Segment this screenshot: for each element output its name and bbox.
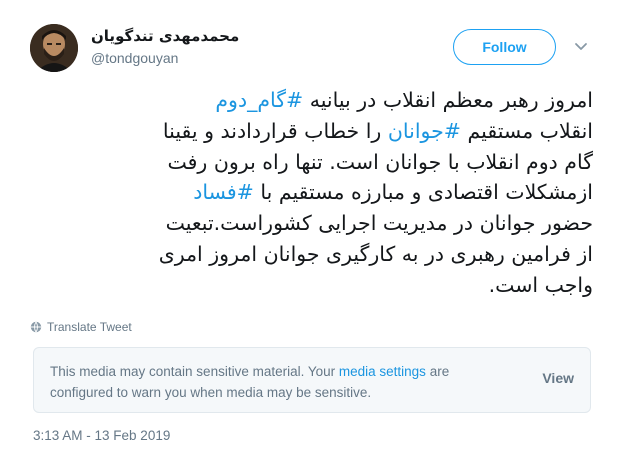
sensitive-media-notice: This media may contain sensitive materia… — [33, 347, 591, 413]
tweet-line: حضور جوانان در مدیریت اجرایی کشوراست.تبع… — [22, 208, 593, 239]
tweet-text-segment: حضور جوانان در مدیریت اجرایی کشوراست.تبع… — [165, 211, 593, 236]
user-handle[interactable]: @tondgouyan — [91, 50, 178, 66]
tweet-line: امروز رهبر معظم انقلاب در بیانیه #گام_دو… — [22, 85, 593, 116]
tweet-text-segment: ازمشکلات اقتصادی و مبارزه مستقیم با — [253, 180, 593, 205]
tweet-text-segment: از فرامین رهبری در به کارگیری جوانان امر… — [158, 241, 593, 266]
tweet-line: انقلاب مستقیم #جوانان را خطاب قراردادند … — [22, 116, 593, 147]
tweet-line: ازمشکلات اقتصادی و مبارزه مستقیم با #فسا… — [22, 177, 593, 208]
media-settings-link[interactable]: media settings — [339, 364, 426, 379]
tweet-text-segment: انقلاب مستقیم — [461, 118, 593, 143]
tweet-line: گام دوم انقلاب با جوانان است. تنها راه ب… — [22, 147, 593, 178]
display-name[interactable]: محمدمهدی تندگویان — [91, 27, 239, 45]
translate-label: Translate Tweet — [47, 320, 132, 334]
tweet-text-segment: امروز رهبر معظم انقلاب در بیانیه — [303, 88, 593, 112]
view-button[interactable]: View — [542, 370, 574, 386]
tweet-text: امروز رهبر معظم انقلاب در بیانیه #گام_دو… — [22, 85, 593, 301]
tweet-text-segment: گام دوم انقلاب با جوانان است. تنها راه ب… — [167, 149, 593, 174]
tweet-line: واجب است. — [22, 270, 593, 301]
tweet-timestamp[interactable]: 3:13 AM - 13 Feb 2019 — [33, 428, 170, 443]
avatar-portrait — [30, 24, 78, 72]
follow-button[interactable]: Follow — [453, 29, 556, 65]
notice-text-before: This media may contain sensitive materia… — [50, 364, 339, 379]
tweet-line: از فرامین رهبری در به کارگیری جوانان امر… — [22, 239, 593, 270]
notice-message: This media may contain sensitive materia… — [50, 361, 490, 403]
tweet-text-segment: واجب است. — [488, 272, 593, 297]
avatar[interactable] — [30, 24, 78, 72]
hashtag-link[interactable]: #گام_دوم — [215, 88, 303, 112]
tweet-text-segment: را خطاب قراردادند و یقینا — [162, 118, 388, 143]
globe-icon — [30, 321, 42, 333]
translate-tweet-link[interactable]: Translate Tweet — [30, 320, 132, 334]
hashtag-link[interactable]: #جوانان — [388, 119, 461, 143]
hashtag-link[interactable]: #فساد — [193, 180, 254, 204]
chevron-down-icon[interactable] — [573, 38, 589, 54]
